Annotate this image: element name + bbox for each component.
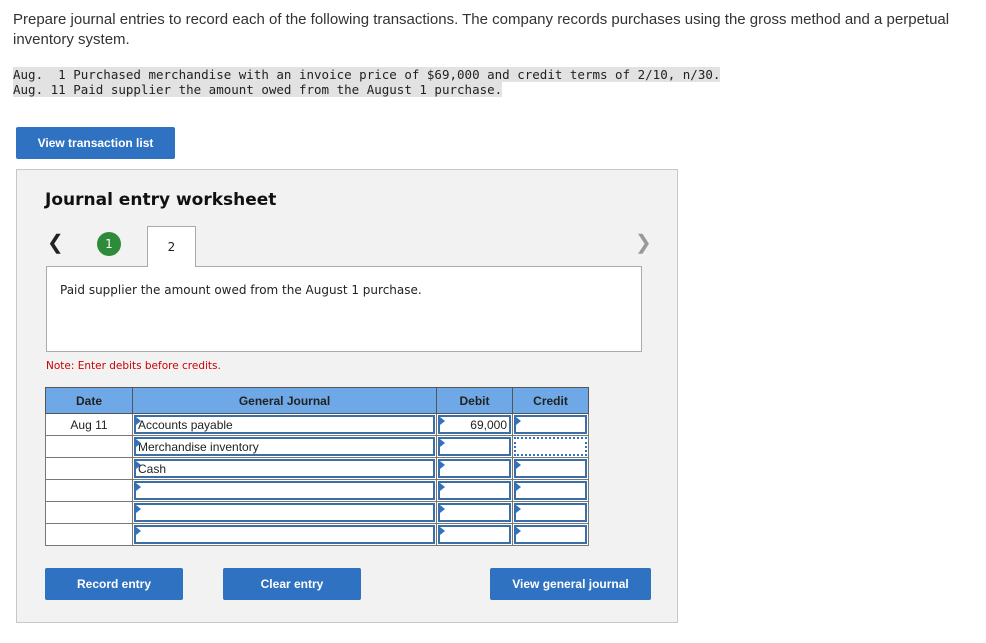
account-input[interactable]: Cash (134, 459, 435, 478)
account-cell: Accounts payable (132, 413, 437, 436)
journal-header-row: Date General Journal Debit Credit (45, 387, 589, 414)
dropdown-marker-icon (516, 483, 521, 491)
instructions-text: Prepare journal entries to record each o… (13, 11, 950, 48)
transaction-list: Aug. 1 Purchased merchandise with an inv… (13, 67, 721, 97)
dropdown-marker-icon (516, 417, 521, 425)
credit-cell (512, 457, 589, 480)
dropdown-marker-icon (440, 505, 445, 513)
dropdown-marker-icon (440, 439, 445, 447)
debit-cell (436, 501, 513, 524)
account-input[interactable] (134, 503, 435, 522)
header-date: Date (45, 387, 133, 414)
chevron-right-icon[interactable]: ❯ (635, 230, 652, 255)
credit-input[interactable] (514, 503, 587, 522)
debit-value: 69,000 (470, 418, 507, 432)
step-1-completed[interactable]: 1 (97, 232, 121, 256)
journal-table: Date General Journal Debit Credit Aug 11… (45, 387, 589, 546)
dropdown-marker-icon (136, 505, 141, 513)
debit-cell (436, 479, 513, 502)
account-cell: Merchandise inventory (132, 435, 437, 458)
credit-cell (512, 435, 589, 458)
date-cell (45, 501, 133, 524)
dropdown-marker-icon (440, 417, 445, 425)
view-transaction-list-button[interactable]: View transaction list (16, 127, 175, 159)
credit-cell (512, 479, 589, 502)
debit-cell (436, 457, 513, 480)
dropdown-marker-icon (136, 417, 141, 425)
note-text: Note: Enter debits before credits. (46, 360, 221, 372)
view-general-journal-button[interactable]: View general journal (490, 568, 651, 600)
dropdown-marker-icon (136, 483, 141, 491)
account-input[interactable] (134, 525, 435, 544)
dropdown-marker-icon (516, 527, 521, 535)
debit-cell (436, 435, 513, 458)
clear-entry-button[interactable]: Clear entry (223, 568, 361, 600)
dropdown-marker-icon (516, 461, 521, 469)
account-value: Merchandise inventory (138, 440, 259, 454)
journal-row: Merchandise inventory (45, 435, 589, 458)
date-cell: Aug 11 (45, 413, 133, 436)
credit-cell (512, 501, 589, 524)
date-cell (45, 479, 133, 502)
record-entry-button[interactable]: Record entry (45, 568, 183, 600)
account-value: Cash (138, 462, 167, 476)
description-text: Paid supplier the amount owed from the A… (60, 283, 422, 297)
account-input[interactable]: Accounts payable (134, 415, 435, 434)
transaction-item: Aug. 11 Paid supplier the amount owed fr… (13, 82, 503, 97)
dropdown-marker-icon (440, 461, 445, 469)
account-cell (132, 479, 437, 502)
step-2-tab-active[interactable]: 2 (147, 226, 196, 267)
journal-row: Cash (45, 457, 589, 480)
dropdown-marker-icon (136, 439, 141, 447)
credit-input[interactable] (514, 525, 587, 544)
dropdown-marker-icon (136, 527, 141, 535)
date-cell (45, 435, 133, 458)
credit-cell (512, 523, 589, 546)
debit-input[interactable] (438, 437, 511, 456)
debit-cell: 69,000 (436, 413, 513, 436)
account-input[interactable]: Merchandise inventory (134, 437, 435, 456)
debit-input[interactable]: 69,000 (438, 415, 511, 434)
credit-input[interactable] (514, 437, 587, 456)
credit-cell (512, 413, 589, 436)
transaction-description: Paid supplier the amount owed from the A… (46, 266, 642, 352)
transaction-item: Aug. 1 Purchased merchandise with an inv… (13, 67, 721, 82)
journal-row (45, 501, 589, 524)
dropdown-marker-icon (136, 461, 141, 469)
account-cell: Cash (132, 457, 437, 480)
credit-input[interactable] (514, 415, 587, 434)
header-general-journal: General Journal (132, 387, 437, 414)
debit-input[interactable] (438, 525, 511, 544)
journal-row (45, 479, 589, 502)
journal-entry-worksheet: Journal entry worksheet ❮ 1 2 ❯ Paid sup… (16, 169, 678, 623)
debit-input[interactable] (438, 503, 511, 522)
dropdown-marker-icon (440, 483, 445, 491)
date-cell (45, 457, 133, 480)
account-cell (132, 523, 437, 546)
date-cell (45, 523, 133, 546)
journal-row (45, 523, 589, 546)
header-credit: Credit (512, 387, 589, 414)
debit-input[interactable] (438, 481, 511, 500)
debit-cell (436, 523, 513, 546)
account-input[interactable] (134, 481, 435, 500)
worksheet-title: Journal entry worksheet (45, 190, 277, 210)
account-value: Accounts payable (138, 418, 233, 432)
credit-input[interactable] (514, 459, 587, 478)
journal-row: Aug 11 Accounts payable 69,000 (45, 413, 589, 436)
dropdown-marker-icon (516, 505, 521, 513)
account-cell (132, 501, 437, 524)
debit-input[interactable] (438, 459, 511, 478)
header-debit: Debit (436, 387, 513, 414)
dropdown-marker-icon (440, 527, 445, 535)
chevron-left-icon[interactable]: ❮ (47, 230, 64, 255)
credit-input[interactable] (514, 481, 587, 500)
